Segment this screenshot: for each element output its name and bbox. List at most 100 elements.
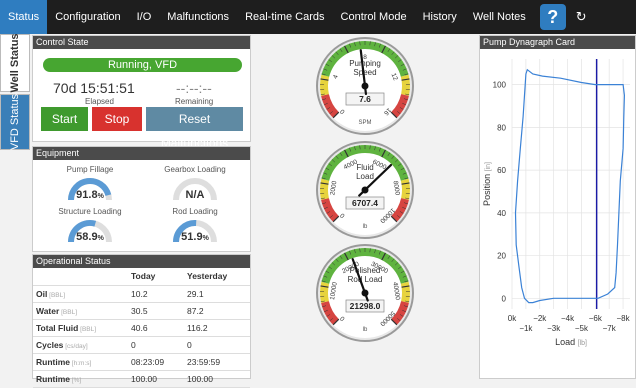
x-tick-label: −4k — [561, 314, 575, 323]
reset-malfunctions-button[interactable]: Reset Malfunctions — [146, 107, 243, 131]
dial-readout: 6707.4 — [352, 198, 378, 208]
rod-loading-label: Rod Loading — [150, 207, 240, 216]
remaining-value: --:--:-- — [176, 80, 212, 96]
y-tick-label: 60 — [497, 166, 506, 175]
gauge-value: 58.9% — [76, 231, 104, 242]
row-label: Cycles [cs/day] — [33, 336, 128, 353]
row-unit: [h:m:s] — [70, 360, 91, 367]
tab-well-notes[interactable]: Well Notes — [465, 0, 534, 34]
row-yesterday: 116.2 — [184, 319, 250, 336]
y-axis-unit: [in] — [485, 162, 492, 171]
gauge-value: 91.8% — [76, 189, 104, 200]
gearbox-loading-label: Gearbox Loading — [150, 165, 240, 174]
table-row: Runtime [h:m:s]08:23:0923:59:59 — [33, 353, 250, 370]
row-unit: [BBL] — [47, 292, 65, 299]
polished-rod-load-dial: 01000020000300004000050000PolishedRod Lo… — [311, 243, 419, 343]
operational-table-body: Oil [BBL]10.229.1Water [BBL]30.587.2Tota… — [33, 285, 250, 387]
y-axis-label: Position [in] — [482, 162, 492, 206]
dial-unit: lb — [363, 327, 368, 333]
control-state-title: Control State — [33, 36, 250, 49]
header-blank — [33, 268, 128, 285]
x-axis-unit: [lb] — [578, 340, 587, 347]
row-today: 0 — [128, 336, 184, 353]
dial-readout: 7.6 — [359, 94, 371, 104]
table-row: Water [BBL]30.587.2 — [33, 302, 250, 319]
pumping-speed-dial: 0481216PumpingSpeed7.6SPM — [311, 36, 419, 136]
gearbox-loading-arc: N/A — [169, 176, 221, 200]
tab-configuration[interactable]: Configuration — [47, 0, 128, 34]
row-yesterday: 23:59:59 — [184, 353, 250, 370]
structure-loading-gauge: Structure Loading 58.9% — [45, 207, 135, 242]
x-tick-label: −5k — [575, 324, 589, 333]
tab-well-status[interactable]: Well Status — [0, 34, 30, 92]
dial-band — [405, 283, 406, 302]
tab-realtime-cards[interactable]: Real-time Cards — [237, 0, 332, 34]
help-button[interactable]: ? — [540, 4, 566, 30]
x-tick-label: −3k — [547, 324, 561, 333]
dial-hub — [362, 290, 369, 297]
y-tick-label: 100 — [493, 81, 507, 90]
row-unit: [cs/day] — [63, 343, 87, 350]
y-tick-label: 40 — [497, 209, 506, 218]
row-label-text: Oil — [36, 289, 47, 299]
operational-status-panel: Operational Status Today Yesterday Oil [… — [32, 254, 251, 379]
header-yesterday: Yesterday — [184, 268, 250, 285]
pump-fillage-label: Pump Fillage — [45, 165, 135, 174]
row-today: 30.5 — [128, 302, 184, 319]
refresh-icon[interactable]: ↻ — [576, 9, 587, 25]
gauge-value: 51.9% — [181, 231, 209, 242]
header-today: Today — [128, 268, 184, 285]
dial-label-line2: Rod Load — [348, 275, 383, 284]
gauge-value: N/A — [186, 189, 205, 200]
dynagraph-title: Pump Dynagraph Card — [480, 36, 635, 49]
dial-band — [405, 180, 406, 199]
dial-band — [324, 283, 325, 302]
pump-fillage-arc: 91.8% — [64, 176, 116, 200]
dial-band — [324, 76, 325, 95]
gauge-unit: % — [203, 235, 210, 242]
rod-loading-arc: 51.9% — [169, 218, 221, 242]
tab-malfunctions[interactable]: Malfunctions — [159, 0, 237, 34]
rod-loading-gauge: Rod Loading 51.9% — [150, 207, 240, 242]
tab-control-mode[interactable]: Control Mode — [333, 0, 415, 34]
row-yesterday: 0 — [184, 336, 250, 353]
x-axis-label: Load [lb] — [555, 337, 587, 347]
stop-button[interactable]: Stop — [92, 107, 142, 131]
row-label: Oil [BBL] — [33, 285, 128, 302]
gearbox-loading-gauge: Gearbox Loading N/A — [150, 165, 240, 200]
tab-status[interactable]: Status — [0, 0, 47, 34]
dial-label-line1: Polished — [350, 266, 381, 275]
tab-io[interactable]: I/O — [129, 0, 160, 34]
table-row: Total Fluid [BBL]40.6116.2 — [33, 319, 250, 336]
start-button[interactable]: Start — [41, 107, 88, 131]
equipment-title: Equipment — [33, 147, 250, 160]
dynagraph-panel: Pump Dynagraph Card 0204060801000k−2k−4k… — [479, 35, 636, 379]
top-nav: Status Configuration I/O Malfunctions Re… — [0, 0, 636, 34]
elapsed-value: 70d 15:51:51 — [53, 80, 135, 96]
tab-vfd-status-label: VFD Status — [9, 94, 21, 150]
gauge-unit: % — [98, 193, 105, 200]
equipment-panel: Equipment Pump Fillage 91.8% Gearbox Loa… — [32, 146, 251, 252]
y-tick-label: 0 — [502, 294, 507, 303]
x-tick-label: 0k — [508, 314, 517, 323]
tab-history[interactable]: History — [415, 0, 465, 34]
remaining-label: Remaining — [175, 97, 213, 106]
row-label: Runtime [h:m:s] — [33, 353, 128, 370]
operational-status-title: Operational Status — [33, 255, 250, 268]
table-row: Oil [BBL]10.229.1 — [33, 285, 250, 302]
dynagraph-curve — [516, 70, 625, 303]
row-today: 08:23:09 — [128, 353, 184, 370]
tab-vfd-status[interactable]: VFD Status — [0, 94, 30, 150]
row-label-text: Total Fluid — [36, 323, 78, 333]
row-unit: [BBL] — [78, 326, 96, 333]
dial-label-line1: Pumping — [349, 59, 381, 68]
gauge-unit: % — [98, 235, 105, 242]
control-state-panel: Control State Running, VFD 70d 15:51:51 … — [32, 35, 251, 142]
y-tick-label: 80 — [497, 123, 506, 132]
x-tick-label: −8k — [616, 314, 630, 323]
dial-hub — [362, 83, 369, 90]
row-yesterday: 29.1 — [184, 285, 250, 302]
row-today: 10.2 — [128, 285, 184, 302]
dial-readout: 21298.0 — [350, 301, 381, 311]
dial-label-line2: Load — [356, 172, 374, 181]
